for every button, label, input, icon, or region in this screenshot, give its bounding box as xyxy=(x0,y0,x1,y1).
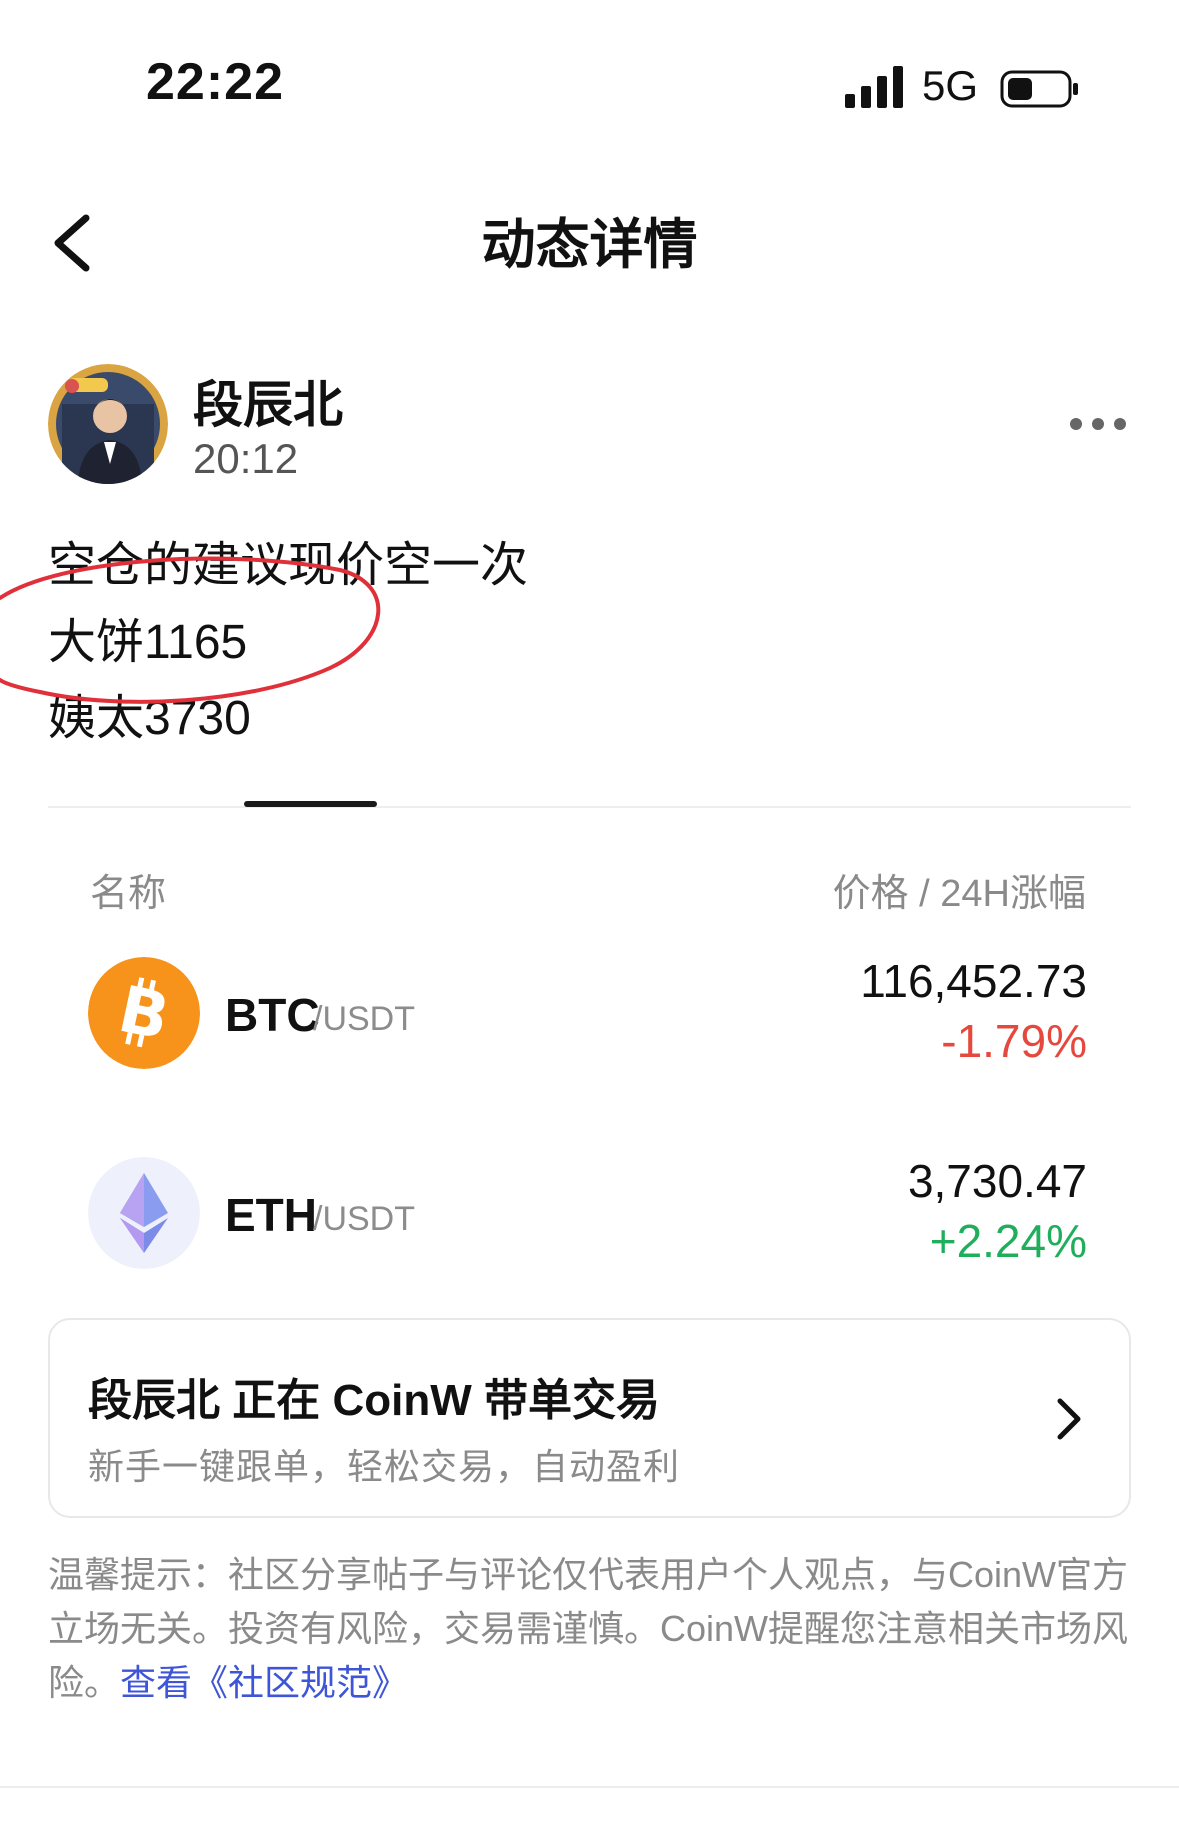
copy-trade-title: 段辰北 正在 CoinW 带单交易 xyxy=(88,1376,660,1425)
coin-quote: /USDT xyxy=(313,1000,415,1038)
coin-price: 116,452.73 xyxy=(860,955,1087,1007)
post-text-line: 空仓的建议现价空一次 xyxy=(48,539,529,592)
author-avatar[interactable] xyxy=(48,364,168,484)
chevron-right-icon xyxy=(1057,1398,1081,1440)
coin-change: +2.24% xyxy=(929,1215,1087,1267)
coin-row-eth[interactable]: ETH /USDT 3,730.47 +2.24% xyxy=(0,1148,1179,1278)
coin-change: -1.79% xyxy=(941,1015,1087,1067)
rules-link-title: 《社区规范》 xyxy=(192,1662,409,1703)
author-name[interactable]: 段辰北 xyxy=(193,365,343,437)
column-header-price: 价格 / 24H涨幅 xyxy=(832,873,1086,915)
tab-indicator xyxy=(244,801,377,807)
copy-trade-card[interactable]: 段辰北 正在 CoinW 带单交易 新手一键跟单，轻松交易，自动盈利 xyxy=(48,1318,1131,1518)
rules-link-prefix: 查看 xyxy=(120,1662,193,1703)
coin-symbol: ETH xyxy=(225,1189,317,1241)
column-header-name: 名称 xyxy=(90,873,167,915)
page-title: 动态详情 xyxy=(481,215,698,275)
coin-quote: /USDT xyxy=(313,1200,415,1238)
battery-icon xyxy=(1000,70,1078,108)
network-type: 5G xyxy=(922,62,979,109)
copy-trade-subtitle: 新手一键跟单，轻松交易，自动盈利 xyxy=(88,1446,681,1487)
disclaimer-text: 温馨提示：社区分享帖子与评论仅代表用户个人观点，与CoinW官方立场无关。投资有… xyxy=(48,1548,1138,1710)
cellular-signal-icon xyxy=(845,66,903,108)
post-text-line: 姨太3730 xyxy=(48,692,251,745)
bitcoin-icon: B xyxy=(88,957,200,1069)
post-timestamp: 20:12 xyxy=(193,435,299,482)
coin-price: 3,730.47 xyxy=(907,1155,1087,1207)
bottom-divider xyxy=(0,1786,1179,1788)
section-divider xyxy=(48,806,1131,808)
more-options-icon[interactable] xyxy=(1068,412,1128,436)
status-time: 22:22 xyxy=(146,53,284,111)
ethereum-icon xyxy=(88,1157,200,1269)
coin-symbol: BTC xyxy=(225,989,320,1041)
coin-row-btc[interactable]: B BTC /USDT 116,452.73 -1.79% xyxy=(0,948,1179,1078)
community-rules-link[interactable]: 查看《社区规范》 xyxy=(120,1662,408,1703)
post-text-line: 大饼1165 xyxy=(48,616,248,669)
